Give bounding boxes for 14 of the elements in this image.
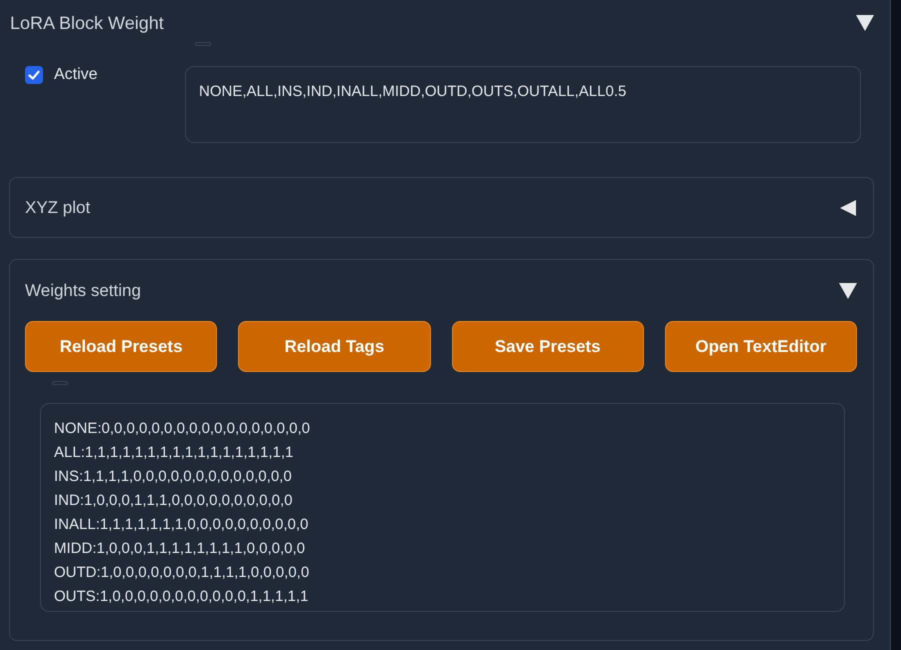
caret-left-icon[interactable] bbox=[839, 200, 857, 216]
action-button[interactable]: Save Presets bbox=[452, 321, 644, 372]
panel-title[interactable]: LoRA Block Weight bbox=[10, 12, 164, 34]
action-button[interactable]: Reload Tags bbox=[238, 321, 430, 372]
caret-down-icon[interactable] bbox=[856, 15, 874, 31]
caret-down-icon[interactable] bbox=[839, 283, 857, 299]
presets-textarea[interactable]: NONE:0,0,0,0,0,0,0,0,0,0,0,0,0,0,0,0,0 ALL:1,1,1,1,1,1,1,1,1,1,1,1,1,1,1,1,1 INS:1,1,1,1,0,0,0,0,0,0,0,0,0,0,0,0,0 IND:1,0,0,0,1,1,1,0,0,0,0,0,0,0,0,0,0 INALL:1,1,1,1,1,1,1,0,0,0,0,0,0,0,0,0,0 MIDD:1,0,0,0,1,1,1,1,1,1,1,1,0,0,0,0,0 OUTD:1,0,0,0,0,0,0,0,1,1,1,1,0,0,0,0,0 OUTS:1,0,0,0,0,0,0,0,0,0,0,0,1,1,1,1,1 bbox=[40, 403, 845, 612]
preset-input-field[interactable]: NONE,ALL,INS,IND,INALL,MIDD,OUTD,OUTS,OUTALL,ALL0.5 bbox=[185, 66, 861, 143]
section-title[interactable]: Weights setting bbox=[25, 280, 141, 302]
active-label[interactable]: Active bbox=[54, 66, 98, 84]
section-title[interactable]: XYZ plot bbox=[25, 196, 90, 218]
active-checkbox[interactable] bbox=[25, 66, 43, 84]
action-button[interactable]: Open TextEditor bbox=[664, 321, 857, 372]
action-button[interactable]: Reload Presets bbox=[25, 321, 218, 372]
